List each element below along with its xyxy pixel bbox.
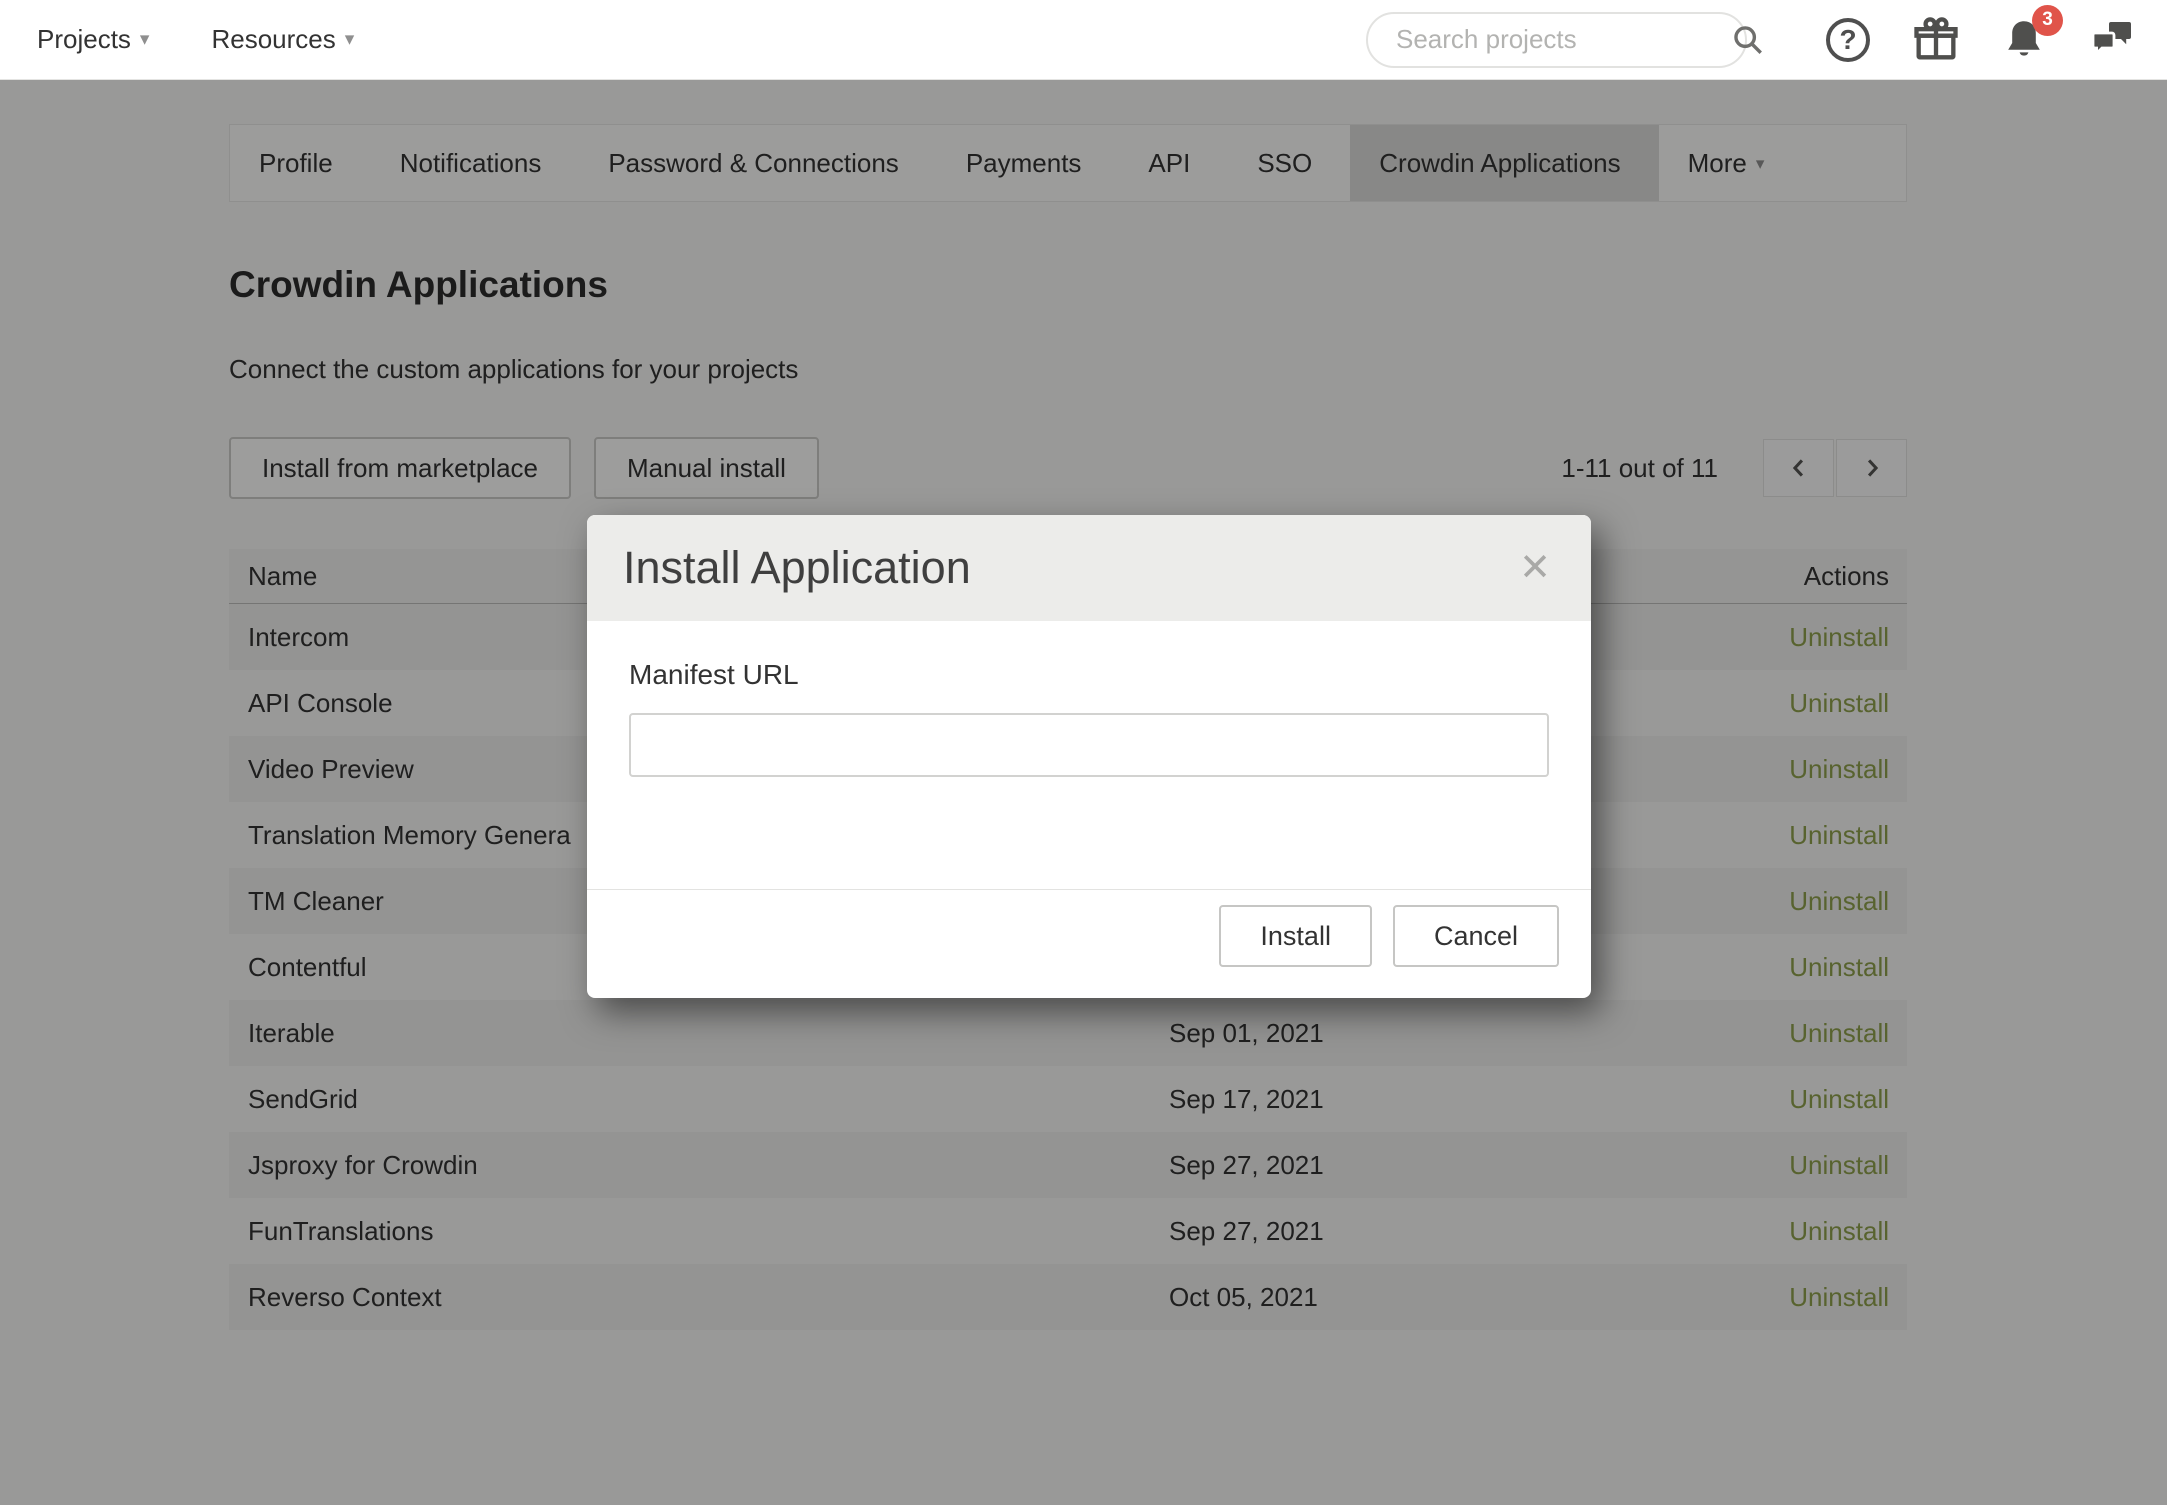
search-box[interactable]	[1366, 12, 1747, 68]
top-navbar: Projects ▾ Resources ▾ ?	[0, 0, 2167, 80]
notifications-button[interactable]: 3	[1993, 9, 2055, 71]
gifts-button[interactable]	[1905, 9, 1967, 71]
resources-menu[interactable]: Resources ▾	[211, 24, 354, 55]
gift-icon	[1910, 14, 1962, 66]
messages-button[interactable]	[2081, 9, 2143, 71]
search-icon	[1731, 23, 1765, 57]
search-input[interactable]	[1396, 24, 1731, 55]
modal-title: Install Application	[623, 542, 1515, 594]
projects-menu[interactable]: Projects ▾	[37, 24, 149, 55]
cancel-button[interactable]: Cancel	[1393, 905, 1559, 967]
modal-footer: Install Cancel	[587, 889, 1591, 998]
install-application-modal: Install Application ✕ Manifest URL Insta…	[587, 515, 1591, 998]
chevron-down-icon: ▾	[345, 30, 355, 49]
manifest-url-label: Manifest URL	[629, 659, 1549, 691]
manifest-url-input[interactable]	[629, 713, 1549, 777]
projects-menu-label: Projects	[37, 24, 131, 55]
modal-body: Manifest URL	[587, 621, 1591, 889]
notification-badge: 3	[2032, 5, 2063, 36]
help-icon: ?	[1826, 18, 1870, 62]
chat-icon	[2088, 16, 2136, 64]
resources-menu-label: Resources	[211, 24, 335, 55]
chevron-down-icon: ▾	[140, 30, 150, 49]
close-icon[interactable]: ✕	[1515, 545, 1555, 591]
install-button[interactable]: Install	[1219, 905, 1372, 967]
modal-header: Install Application ✕	[587, 515, 1591, 621]
help-button[interactable]: ?	[1817, 9, 1879, 71]
